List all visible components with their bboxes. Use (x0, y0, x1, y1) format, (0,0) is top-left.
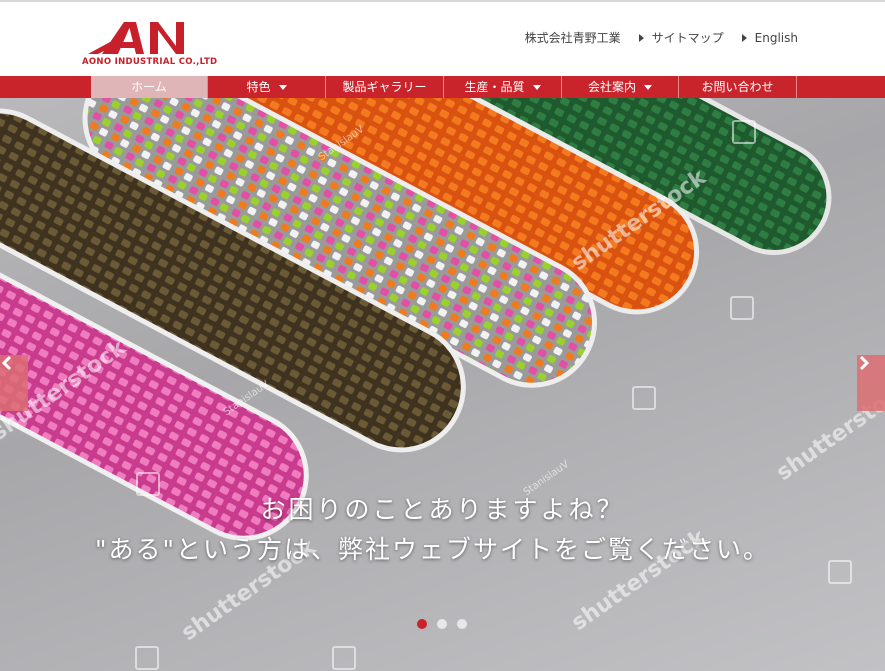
slider-next-button[interactable] (857, 355, 885, 411)
watermark-icon (332, 646, 356, 670)
toplink-sitemap-label: サイトマップ (651, 31, 724, 45)
nav-item-production-label: 生産・品質 (464, 80, 525, 94)
slider-dot-2[interactable] (437, 619, 447, 629)
chevron-left-icon (1, 355, 12, 371)
nav-item-contact-label: お問い合わせ (701, 80, 774, 94)
hero-image-test-tubes (0, 98, 832, 541)
watermark-icon (632, 386, 656, 410)
triangle-right-icon (638, 33, 644, 42)
top-links: 株式会社青野工業 サイトマップ English (507, 29, 798, 46)
triangle-right-icon (741, 33, 747, 42)
slider-prev-button[interactable] (0, 355, 28, 411)
slider-dot-3[interactable] (457, 619, 467, 629)
nav-item-company[interactable]: 会社案内 (562, 76, 679, 98)
nav-item-company-label: 会社案内 (587, 80, 636, 94)
nav-item-gallery[interactable]: 製品ギャラリー (326, 76, 444, 98)
nav-item-features-label: 特色 (246, 80, 271, 94)
nav-item-contact[interactable]: お問い合わせ (679, 76, 797, 98)
toplink-english[interactable]: English (741, 29, 798, 46)
watermark-icon (732, 120, 756, 144)
nav-item-features[interactable]: 特色 (208, 76, 326, 98)
watermark-icon (135, 646, 159, 670)
hero-slider: shutterstock shutterstock shutterstock s… (0, 98, 885, 671)
chevron-down-icon (278, 85, 287, 90)
site-header: AONO INDUSTRIAL CO.,LTD 株式会社青野工業 サイトマップ … (0, 2, 885, 76)
toplink-sitemap[interactable]: サイトマップ (638, 29, 724, 46)
chevron-down-icon (644, 85, 652, 90)
hero-caption-line1: お困りのことありますよね？ (260, 495, 625, 524)
slider-pagination (417, 619, 467, 629)
chevron-down-icon (532, 85, 541, 90)
slider-dot-1[interactable] (417, 619, 427, 629)
toplink-company[interactable]: 株式会社青野工業 (525, 29, 621, 46)
nav-item-gallery-label: 製品ギャラリー (342, 80, 427, 94)
toplink-company-label: 株式会社青野工業 (524, 31, 621, 45)
toplink-english-label: English (754, 30, 798, 45)
main-nav: ホーム 特色 製品ギャラリー 生産・品質 会社案内 お問い合わせ (0, 76, 885, 98)
nav-item-home-label: ホーム (131, 80, 167, 94)
chevron-right-icon (859, 355, 870, 371)
watermark-icon (730, 296, 754, 320)
nav-item-home[interactable]: ホーム (91, 76, 208, 98)
hero-caption-line2: "ある"という方は、弊社ウェブサイトをご覧ください。 (94, 535, 770, 564)
nav-item-production[interactable]: 生産・品質 (444, 76, 562, 98)
company-logo-text: AONO INDUSTRIAL CO.,LTD (82, 57, 218, 67)
